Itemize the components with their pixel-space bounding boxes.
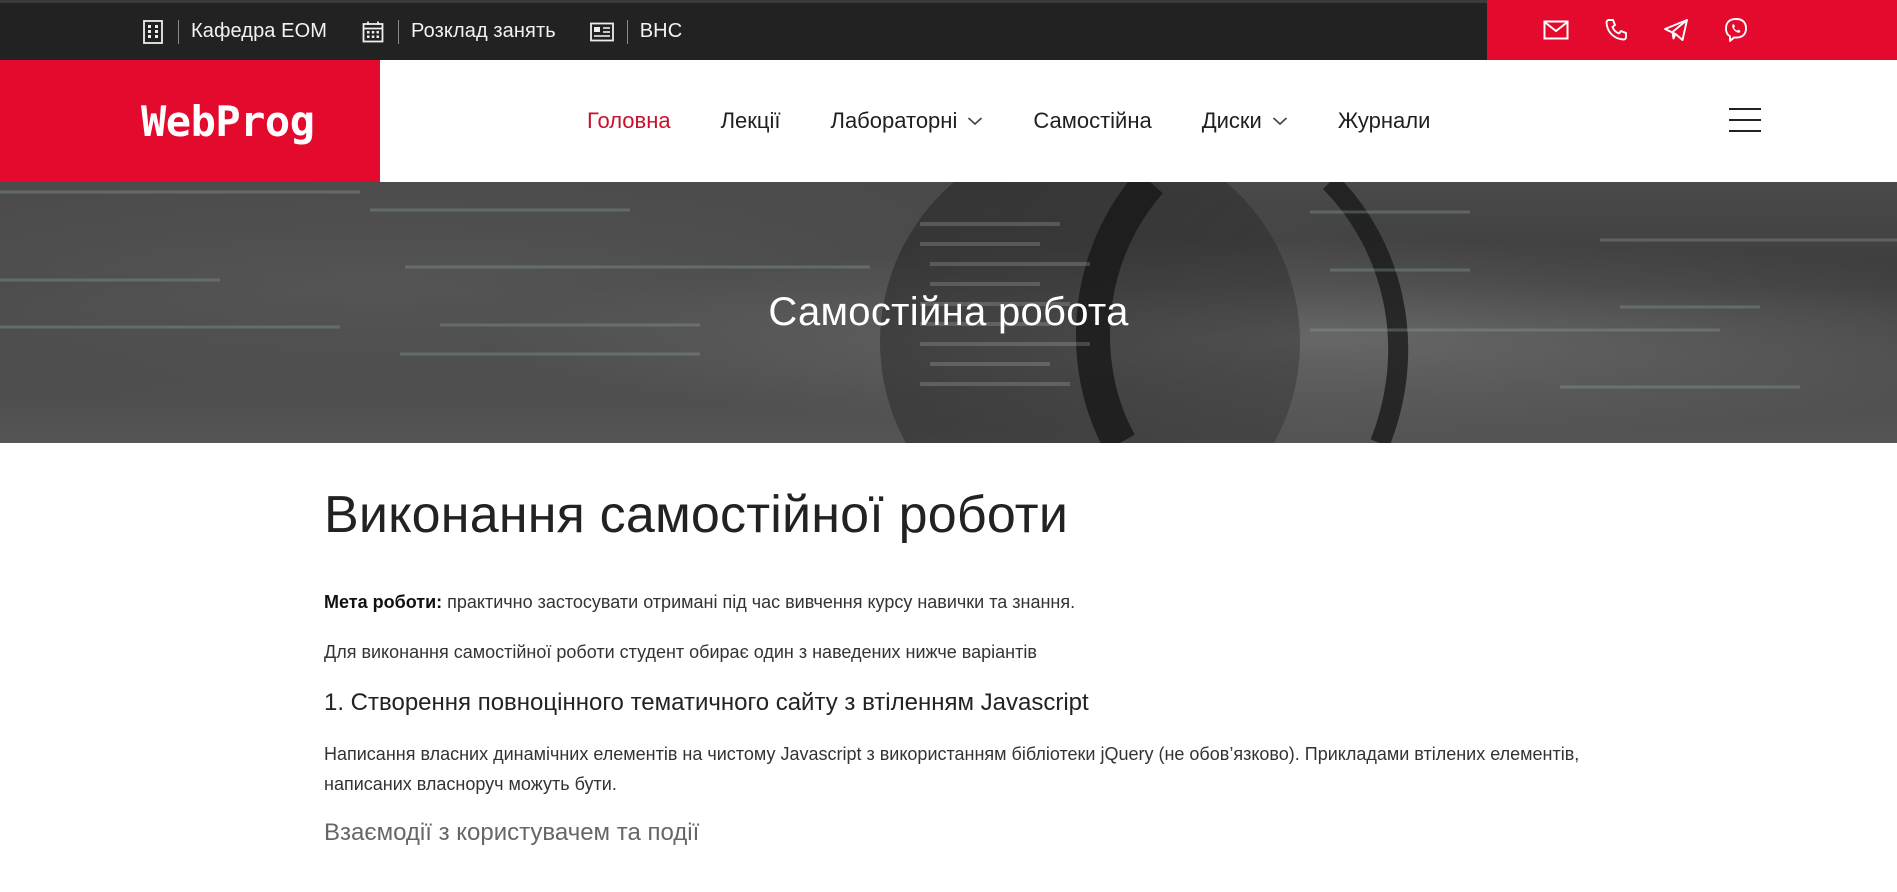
nav-item-disks[interactable]: Диски	[1202, 108, 1288, 134]
separator	[398, 19, 400, 44]
id-card-icon	[589, 20, 614, 44]
telegram-icon[interactable]	[1661, 15, 1691, 45]
hero-title: Самостійна робота	[768, 290, 1129, 334]
nav-item-independent[interactable]: Самостійна	[1033, 108, 1151, 134]
main-content: Виконання самостійної роботи Мета роботи…	[324, 443, 1584, 847]
chevron-down-icon	[1272, 117, 1287, 126]
nav-item-label: Лекції	[720, 108, 781, 133]
nav-item-label: Лабораторні	[830, 108, 958, 133]
goal-paragraph: Мета роботи: практично застосувати отрим…	[324, 587, 1584, 617]
intro-paragraph: Для виконання самостійної роботи студент…	[324, 642, 1037, 662]
top-link-label: Розклад занять	[411, 20, 556, 42]
goal-label: Мета роботи:	[324, 592, 443, 612]
site-header: WebProg Головна Лекції Лабораторні Самос…	[0, 60, 1897, 182]
nav-item-label: Самостійна	[1033, 108, 1152, 133]
nav-item-label: Головна	[587, 108, 671, 133]
viber-icon[interactable]	[1721, 15, 1751, 45]
nav-item-home[interactable]: Головна	[587, 108, 671, 134]
hero-banner: Самостійна робота	[0, 182, 1897, 443]
main-nav: Головна Лекції Лабораторні Самостійна Ди…	[587, 60, 1480, 182]
separator	[178, 19, 179, 44]
burger-line	[1729, 119, 1761, 121]
mail-icon[interactable]	[1541, 15, 1571, 45]
hamburger-menu-icon[interactable]	[1729, 108, 1761, 134]
nav-item-label: Диски	[1201, 108, 1262, 133]
top-link-vns[interactable]: ВНС	[589, 19, 683, 44]
top-bar-links: Кафедра ЕОМ Розклад занять ВНС	[141, 3, 716, 60]
top-link-label: Кафедра ЕОМ	[191, 20, 328, 42]
burger-line	[1729, 130, 1761, 132]
site-logo[interactable]: WebProg	[0, 60, 380, 182]
logo-text: WebProg	[141, 96, 315, 146]
section-title: 1. Створення повноцінного тематичного са…	[324, 689, 1089, 716]
top-bar: Кафедра ЕОМ Розклад занять ВНС	[0, 0, 1897, 60]
top-link-department[interactable]: Кафедра ЕОМ	[141, 19, 328, 44]
nav-item-journals[interactable]: Журнали	[1338, 108, 1431, 134]
nav-item-label: Журнали	[1337, 108, 1431, 133]
top-link-label: ВНС	[639, 20, 683, 42]
subsection-title: Взаємодії з користувачем та події	[324, 819, 700, 846]
page-title: Виконання самостійної роботи	[324, 486, 1069, 544]
section-description: Написання власних динамічних елементів н…	[324, 744, 1580, 794]
separator	[626, 19, 628, 44]
goal-text: практично застосувати отримані під час в…	[442, 592, 1076, 612]
phone-icon[interactable]	[1601, 15, 1631, 45]
chevron-down-icon	[968, 117, 983, 126]
nav-item-labs[interactable]: Лабораторні	[831, 108, 984, 134]
burger-line	[1729, 108, 1761, 110]
nav-item-lectures[interactable]: Лекції	[721, 108, 781, 134]
top-link-schedule[interactable]: Розклад занять	[361, 19, 556, 44]
building-icon	[141, 19, 165, 44]
contact-icons	[1487, 0, 1897, 60]
calendar-icon	[361, 20, 385, 44]
